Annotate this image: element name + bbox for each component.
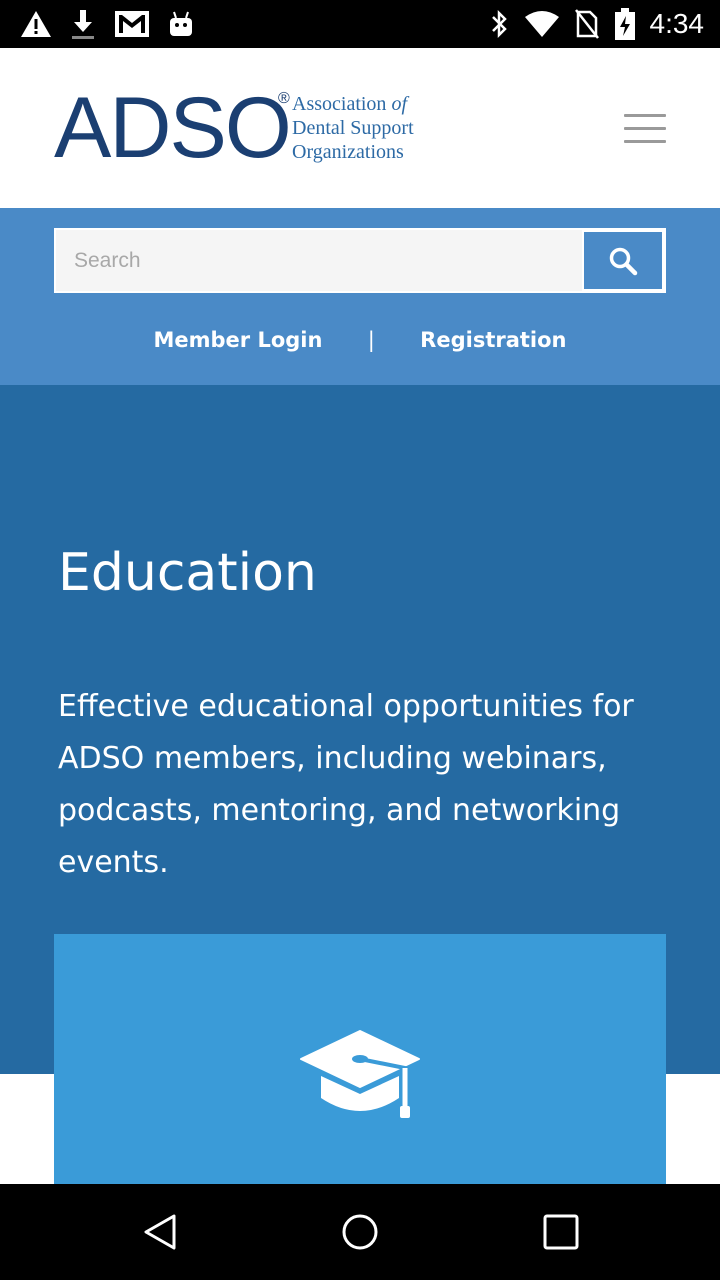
site-header: ADSO ® Association of Dental Support Org…	[0, 48, 720, 208]
registered-mark: ®	[278, 90, 290, 107]
search-icon	[609, 247, 638, 275]
search-input[interactable]	[56, 230, 582, 291]
battery-charging-icon	[614, 8, 635, 40]
logo-line-1-suffix: of	[391, 93, 407, 115]
graduation-cap-icon	[300, 1030, 420, 1118]
home-icon[interactable]	[340, 1212, 380, 1252]
bluetooth-icon	[491, 9, 507, 39]
search-form	[54, 228, 666, 293]
status-bar: 4:34	[0, 0, 720, 48]
hamburger-menu-icon[interactable]	[624, 114, 666, 144]
warning-icon	[21, 11, 51, 37]
logo-line-1: Association	[292, 93, 387, 115]
account-links: Member Login | Registration	[0, 328, 720, 362]
system-nav-bar	[0, 1184, 720, 1280]
search-band: Member Login | Registration	[0, 208, 720, 385]
logo-wordmark: Association of Dental Support Organizati…	[292, 92, 414, 164]
logo-mark: ADSO	[54, 80, 292, 176]
download-icon	[72, 10, 94, 39]
gmail-icon	[115, 11, 149, 37]
clock: 4:34	[649, 8, 705, 39]
member-login-link[interactable]: Member Login	[154, 328, 323, 352]
link-separator: |	[367, 328, 375, 352]
logo-line-2: Dental Support	[292, 117, 414, 139]
no-sim-icon	[574, 9, 599, 39]
android-icon	[170, 11, 192, 36]
page-title: Education	[58, 543, 317, 603]
education-card[interactable]	[54, 934, 666, 1184]
hero-description: Effective educational opportunities for …	[58, 689, 634, 880]
search-button[interactable]	[584, 232, 662, 289]
logo-line-3: Organizations	[292, 141, 404, 163]
recents-icon[interactable]	[541, 1212, 581, 1252]
adso-logo[interactable]: ADSO ® Association of Dental Support Org…	[54, 80, 434, 176]
wifi-icon	[524, 11, 559, 37]
back-icon[interactable]	[140, 1212, 180, 1252]
registration-link[interactable]: Registration	[420, 328, 566, 352]
